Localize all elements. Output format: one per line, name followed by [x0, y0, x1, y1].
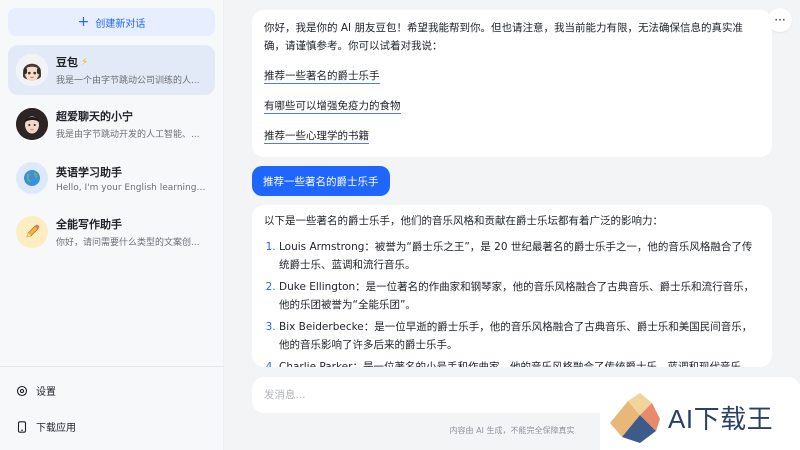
- chat-main: ··· 你好，我是你的 AI 朋友豆包！希望我能帮到你。但也请注意，我当前能力有…: [224, 0, 800, 450]
- watermark-logo-icon: [610, 393, 660, 443]
- chat-item-writing[interactable]: 全能写作助手 你好，请问需要什么类型的文案创...: [8, 207, 215, 257]
- suggestion-link[interactable]: 推荐一些心理学的书籍: [264, 129, 369, 144]
- pencil-icon: [16, 216, 48, 248]
- chat-title: 全能写作助手: [56, 218, 122, 231]
- list-item: Louis Armstrong：被誉为“爵士乐之王”，是 20 世纪最著名的爵士…: [279, 238, 760, 274]
- chat-list: 豆包 ⚡ 我是一个由字节跳动公司训练的人... 超爱聊天的小宁 我是由字节跳动开…: [8, 45, 215, 261]
- chat-item-english[interactable]: 英语学习助手 Hello, I'm your English learning …: [8, 153, 215, 203]
- answer-intro: 以下是一些著名的爵士乐手，他们的音乐风格和贡献在爵士乐坛都有着广泛的影响力：: [264, 215, 663, 227]
- gear-icon: [16, 385, 28, 396]
- chat-title: 豆包: [56, 56, 78, 69]
- lightning-icon: ⚡: [81, 56, 89, 68]
- globe-icon: [16, 162, 48, 194]
- xiaoning-avatar: [16, 108, 48, 140]
- doubao-avatar: [16, 54, 48, 86]
- sidebar-divider: [0, 366, 224, 367]
- chat-subtitle: 我是由字节跳动开发的人工智能、...: [56, 130, 200, 140]
- answer-list: Louis Armstrong：被誉为“爵士乐之王”，是 20 世纪最著名的爵士…: [264, 238, 760, 367]
- chat-title: 超爱聊天的小宁: [56, 110, 133, 123]
- download-app-button[interactable]: 下载应用: [16, 419, 76, 434]
- list-item: Charlie Parker：是一位著名的小号手和作曲家，他的音乐风格融合了传统…: [279, 358, 760, 367]
- chat-item-doubao[interactable]: 豆包 ⚡ 我是一个由字节跳动公司训练的人...: [8, 45, 215, 95]
- user-message: 推荐一些著名的爵士乐手: [252, 166, 390, 196]
- intro-text: 你好，我是你的 AI 朋友豆包！希望我能帮到你。但也请注意，我当前能力有限，无法…: [264, 22, 743, 52]
- suggestion-link[interactable]: 推荐一些著名的爵士乐手: [264, 69, 380, 84]
- chat-subtitle: 我是一个由字节跳动公司训练的人...: [56, 76, 200, 86]
- new-chat-label: 创建新对话: [95, 18, 146, 30]
- ai-intro-message: 你好，我是你的 AI 朋友豆包！希望我能帮到你。但也请注意，我当前能力有限，无法…: [252, 10, 772, 157]
- chat-item-xiaoning[interactable]: 超爱聊天的小宁 我是由字节跳动开发的人工智能、...: [8, 99, 215, 149]
- settings-button[interactable]: 设置: [16, 383, 56, 398]
- suggestion-link[interactable]: 有哪些可以增强免疫力的食物: [264, 99, 401, 114]
- more-icon: ···: [774, 13, 786, 27]
- settings-label: 设置: [36, 387, 56, 398]
- plus-icon: +: [77, 14, 90, 30]
- list-item: Duke Ellington：是一位著名的作曲家和钢琴家，他的音乐风格融合了古典…: [279, 278, 760, 314]
- phone-icon: [17, 420, 27, 433]
- watermark-text: AI下载王: [668, 403, 774, 434]
- download-label: 下载应用: [36, 423, 76, 434]
- chat-subtitle: Hello, I'm your English learning a...: [56, 182, 208, 193]
- chat-title: 英语学习助手: [56, 165, 122, 179]
- list-item: Bix Beiderbecke：是一位早逝的爵士乐手，他的音乐风格融合了古典音乐…: [279, 318, 760, 354]
- user-message-text: 推荐一些著名的爵士乐手: [263, 175, 379, 188]
- watermark: AI下载王: [600, 384, 800, 450]
- ai-answer-message: 以下是一些著名的爵士乐手，他们的音乐风格和贡献在爵士乐坛都有着广泛的影响力： L…: [252, 205, 772, 367]
- sidebar: + 创建新对话 豆包 ⚡ 我是一个由字节跳动公司训练的人... 超爱聊天的小宁 …: [0, 0, 224, 450]
- new-chat-button[interactable]: + 创建新对话: [8, 8, 215, 36]
- chat-subtitle: 你好，请问需要什么类型的文案创...: [56, 238, 200, 248]
